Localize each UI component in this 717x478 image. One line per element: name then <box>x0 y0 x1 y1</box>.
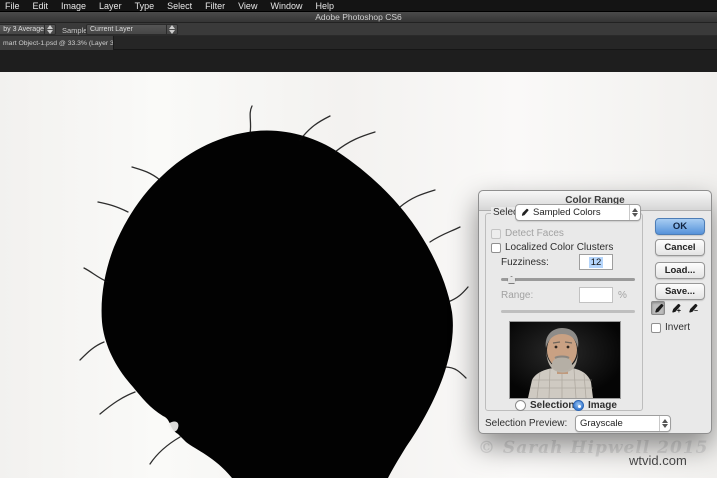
canvas-surround <box>0 50 717 72</box>
document-tab-label: mart Object-1.psd @ 33.3% (Layer 3, RGB/… <box>3 39 113 47</box>
radio-icon-selected <box>573 400 584 411</box>
eyedropper-icon <box>654 303 664 313</box>
selection-radio-label: Selection <box>530 400 575 411</box>
range-unit: % <box>618 290 627 301</box>
menu-filter[interactable]: Filter <box>205 0 225 12</box>
sample-layer-dropdown[interactable]: Current Layer <box>86 24 178 35</box>
image-radio[interactable]: Image <box>573 400 617 411</box>
range-label: Range: <box>501 290 534 301</box>
plus-glyph: + <box>676 308 681 315</box>
menu-select[interactable]: Select <box>167 0 192 12</box>
selection-preview-dropdown[interactable]: Grayscale <box>575 415 671 432</box>
invert-label: Invert <box>665 322 691 333</box>
sample-layer-value: Current Layer <box>90 26 133 33</box>
sample-size-value: by 3 Average <box>3 26 44 33</box>
site-credit: wtvid.com <box>629 453 687 468</box>
tool-options-bar: by 3 Average Sample: Current Layer <box>0 23 717 36</box>
localized-color-clusters-label: Localized Color Clusters <box>505 242 614 253</box>
checkbox-icon <box>491 242 501 253</box>
stepper-icon <box>659 416 670 431</box>
stepper-icon <box>44 25 55 34</box>
menu-edit[interactable]: Edit <box>33 0 49 12</box>
document-tab-bar: mart Object-1.psd @ 33.3% (Layer 3, RGB/… <box>0 36 717 50</box>
checkbox-icon <box>491 228 501 239</box>
menu-view[interactable]: View <box>238 0 257 12</box>
fuzziness-label: Fuzziness: <box>501 257 549 268</box>
minus-glyph: − <box>693 308 698 315</box>
range-slider <box>501 307 635 315</box>
image-radio-label: Image <box>588 400 617 411</box>
load-button[interactable]: Load... <box>655 262 705 279</box>
menu-layer[interactable]: Layer <box>99 0 122 12</box>
save-button[interactable]: Save... <box>655 283 705 300</box>
sample-eyedropper-button[interactable] <box>651 301 665 315</box>
menu-bar: File Edit Image Layer Type Select Filter… <box>0 0 717 12</box>
photoshop-window: File Edit Image Layer Type Select Filter… <box>0 0 717 478</box>
ok-button-label: OK <box>672 221 688 232</box>
menu-file[interactable]: File <box>5 0 20 12</box>
ok-button[interactable]: OK <box>655 218 705 235</box>
select-dropdown[interactable]: Sampled Colors <box>515 204 641 221</box>
menu-type[interactable]: Type <box>135 0 155 12</box>
save-button-label: Save... <box>664 286 696 297</box>
stepper-icon <box>629 205 640 220</box>
sample-size-dropdown[interactable]: by 3 Average <box>0 24 56 35</box>
selection-preview-label: Selection Preview: <box>485 418 568 429</box>
app-title-bar: Adobe Photoshop CS6 <box>0 12 717 23</box>
fuzziness-slider[interactable] <box>501 275 635 284</box>
app-title: Adobe Photoshop CS6 <box>315 12 402 22</box>
radio-icon <box>515 400 526 411</box>
slider-track <box>501 278 635 281</box>
subtract-from-sample-eyedropper-button[interactable]: − <box>685 301 699 315</box>
slider-track <box>501 310 635 313</box>
color-range-dialog: Color Range Select: Sampled Colors Detec… <box>478 190 712 434</box>
stepper-icon <box>166 25 177 34</box>
fuzziness-value: 12 <box>588 256 604 268</box>
load-button-label: Load... <box>664 265 696 276</box>
cancel-button-label: Cancel <box>664 242 696 253</box>
menu-image[interactable]: Image <box>61 0 86 12</box>
portrait-thumbnail <box>510 322 620 399</box>
invert-checkbox[interactable]: Invert <box>651 322 690 333</box>
cancel-button[interactable]: Cancel <box>655 239 705 256</box>
checkbox-icon <box>651 322 661 333</box>
eyedropper-tools: + − <box>651 301 699 315</box>
add-to-sample-eyedropper-button[interactable]: + <box>668 301 682 315</box>
detect-faces-checkbox[interactable]: Detect Faces <box>491 228 564 239</box>
eyedropper-icon <box>521 208 529 216</box>
detect-faces-label: Detect Faces <box>505 228 564 239</box>
menu-window[interactable]: Window <box>270 0 302 12</box>
range-input[interactable] <box>579 287 613 303</box>
selection-preview-value: Grayscale <box>580 418 623 429</box>
color-range-preview-image[interactable] <box>509 321 621 399</box>
menu-help[interactable]: Help <box>315 0 334 12</box>
document-tab[interactable]: mart Object-1.psd @ 33.3% (Layer 3, RGB/… <box>0 36 114 50</box>
selection-radio[interactable]: Selection <box>515 400 574 411</box>
fuzziness-input[interactable]: 12 <box>579 254 613 270</box>
localized-color-clusters-checkbox[interactable]: Localized Color Clusters <box>491 242 613 253</box>
select-value: Sampled Colors <box>533 207 601 218</box>
